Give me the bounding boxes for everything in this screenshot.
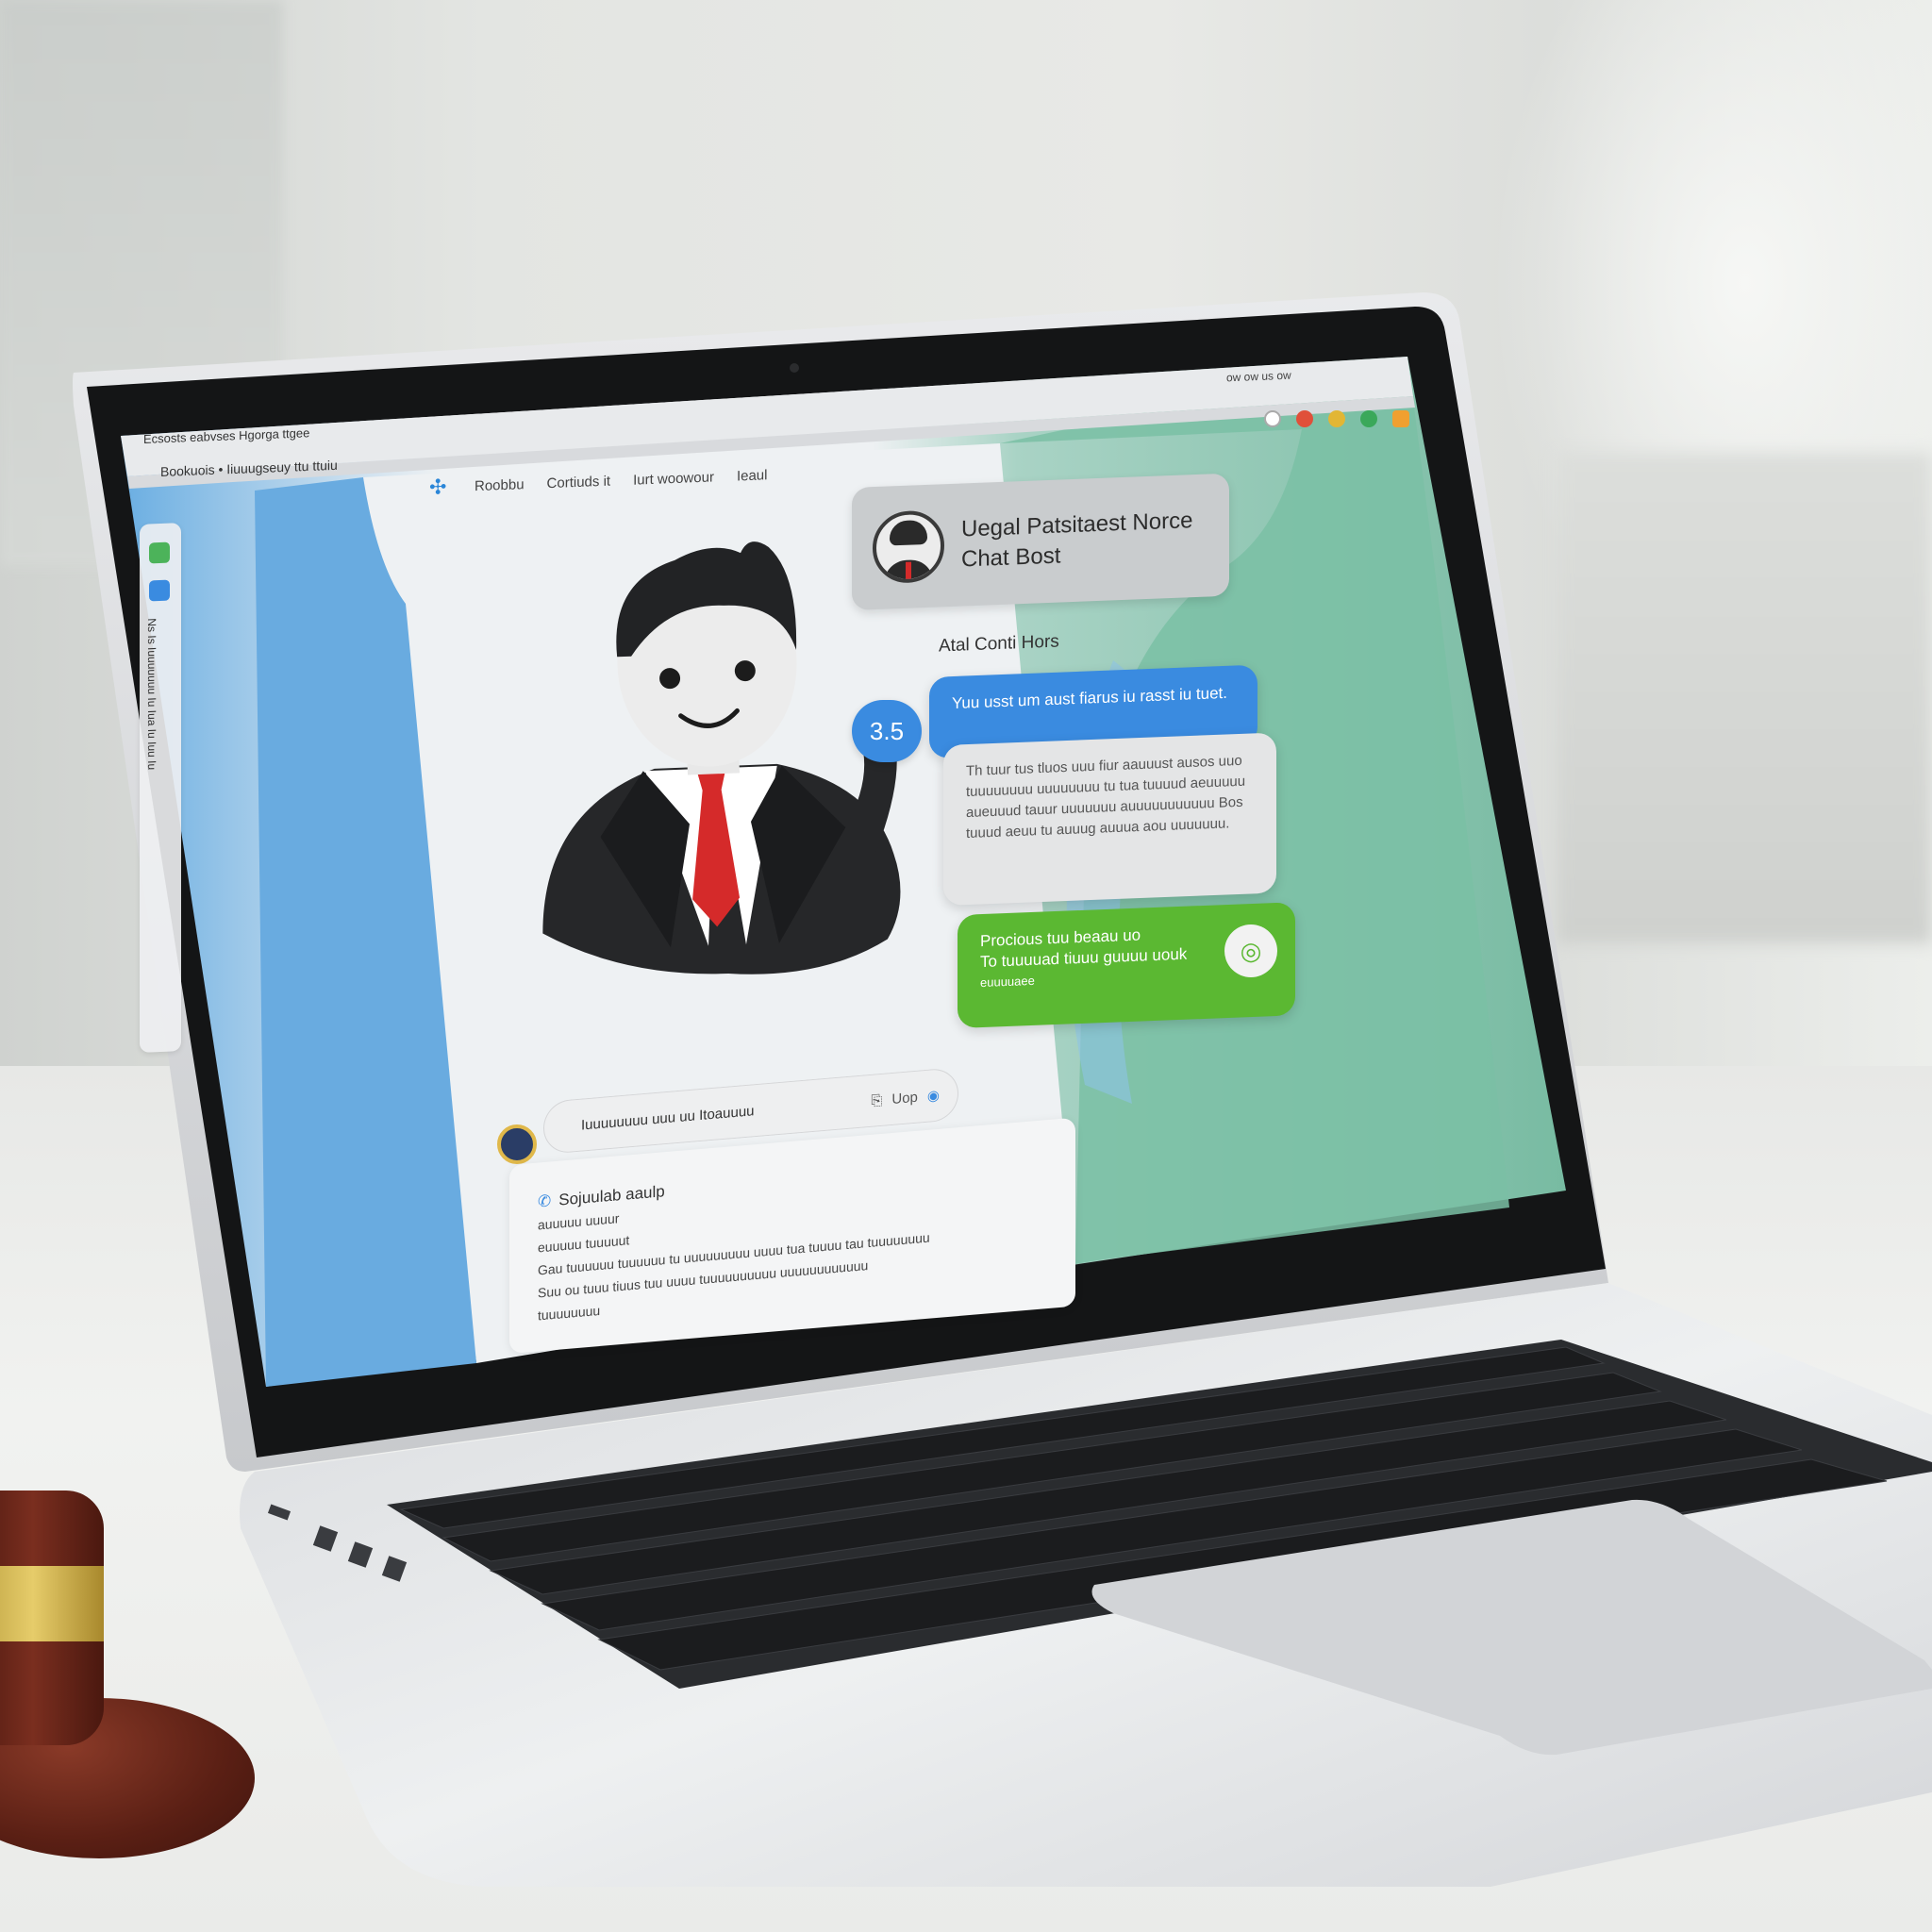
nav-item-4[interactable]: Ieaul xyxy=(737,467,768,484)
reload-icon[interactable] xyxy=(1264,410,1281,427)
app-logo-icon[interactable]: ✣ xyxy=(429,475,452,499)
extension-yellow-icon[interactable] xyxy=(1328,410,1345,427)
bot-avatar xyxy=(873,509,944,585)
chat-bubble-icon[interactable]: ◎ xyxy=(1224,924,1277,977)
browser-extension-icons xyxy=(1264,410,1409,427)
window-controls-label: ow ow us ow xyxy=(1226,368,1291,385)
extension-green-icon[interactable] xyxy=(1360,410,1377,427)
rating-badge: 3.5 xyxy=(852,700,922,762)
avatar xyxy=(497,1124,537,1164)
nav-item-3[interactable]: Iurt woowour xyxy=(633,469,714,488)
record-icon[interactable]: ◉ xyxy=(927,1087,940,1105)
side-rail: Ns Is Iuuuuuuu Iu Iua Iu Iuu Iu xyxy=(140,523,181,1053)
grey-message: Th tuur tus tluos uuu fiur aauuust ausos… xyxy=(943,732,1276,906)
input-placeholder: Iuuuuuuuu uuu uu Itoauuuu xyxy=(581,1102,755,1134)
extension-red-icon[interactable] xyxy=(1296,410,1313,427)
rail-green-icon[interactable] xyxy=(149,541,170,564)
attach-icon[interactable]: ⎘ xyxy=(871,1091,882,1108)
phone-icon[interactable]: ✆ xyxy=(538,1191,551,1210)
nav-item-2[interactable]: Cortiuds it xyxy=(547,473,611,491)
input-action[interactable]: Uop xyxy=(891,1089,918,1107)
webcam xyxy=(790,363,799,373)
rail-doc-icon[interactable] xyxy=(149,579,170,602)
gavel-band xyxy=(0,1566,104,1641)
rail-text: Ns Is Iuuuuuuu Iu Iua Iu Iuu Iu xyxy=(145,618,158,771)
nav-item-1[interactable]: Roobbu xyxy=(475,476,525,494)
bot-title-card: Uegal Patsitaest Norce Chat Bost xyxy=(852,473,1229,610)
extension-orange-icon[interactable] xyxy=(1392,410,1409,427)
